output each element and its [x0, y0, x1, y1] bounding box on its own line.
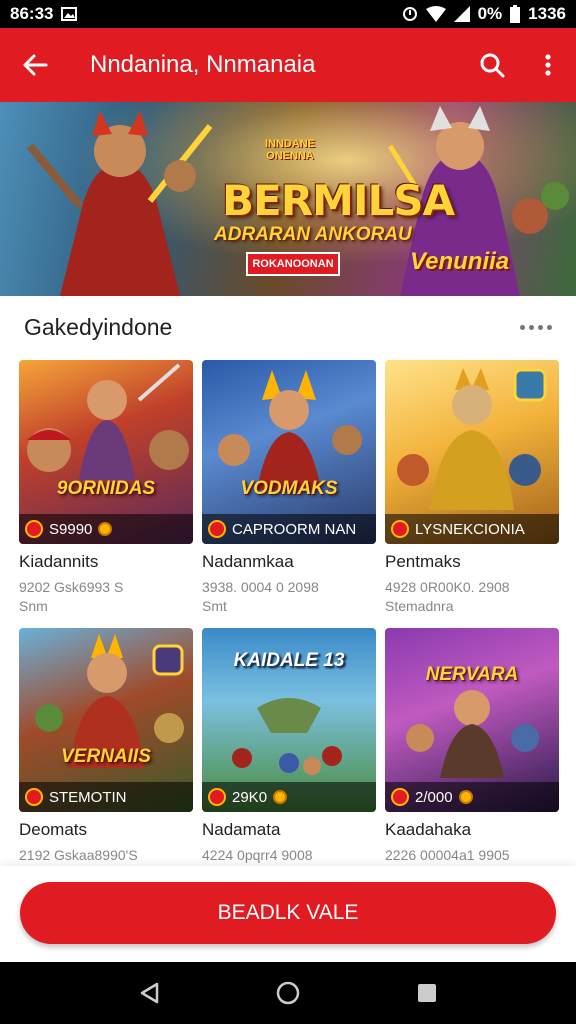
game-name: Nadanmkaa	[202, 552, 294, 571]
status-bar: 86:33 0% 1336	[0, 0, 576, 28]
game-meta-line1: 4928 0R00K0. 2908	[385, 579, 510, 595]
section-header: Gakedyindone	[0, 296, 576, 358]
game-meta-line2: Snm	[19, 598, 48, 614]
game-thumbnail-title: NERVARA	[425, 664, 519, 685]
game-card[interactable]: LYSNEKCIONIA Pentmaks 4928 0R00K0. 2908 …	[385, 360, 559, 616]
nav-recents-button[interactable]	[407, 973, 447, 1013]
game-meta-line1: 2226 00004a1 9905	[385, 847, 510, 863]
primary-action-button[interactable]: BEADLK VALE	[20, 882, 556, 944]
image-notification-icon	[61, 7, 78, 21]
price-label: 2/000	[415, 788, 453, 806]
coin-icon	[391, 788, 409, 806]
game-meta-line2: Smt	[202, 598, 227, 614]
more-horizontal-icon[interactable]	[520, 324, 552, 330]
banner-small-title: INNDANE ONENNA	[264, 138, 316, 163]
banner-brand-logo: Venuniia	[410, 248, 510, 275]
price-label: S9990	[49, 520, 93, 538]
nav-back-button[interactable]	[129, 973, 169, 1013]
page-title: Nndanina, Nnmanaia	[90, 51, 316, 78]
game-thumbnail-title: 9ORNIDAS	[56, 478, 156, 499]
coin-icon	[208, 520, 226, 538]
price-strip: CAPROORM NAN	[202, 514, 376, 544]
banner-subtitle: ADRARAN ANKORAU	[214, 224, 412, 245]
game-thumbnail-title: KAIDALE 13	[233, 650, 345, 671]
section-title: Gakedyindone	[24, 313, 173, 340]
square-recents-icon	[417, 984, 436, 1002]
game-name: Nadamata	[202, 820, 281, 839]
wifi-icon	[425, 6, 446, 22]
banner-title: BERMILSA	[222, 176, 455, 225]
price-label: CAPROORM NAN	[232, 520, 357, 538]
price-strip: LYSNEKCIONIA	[385, 514, 559, 544]
price-strip: 29K0	[202, 782, 376, 812]
system-nav-bar	[0, 962, 576, 1024]
game-card[interactable]: KAIDALE 13 29K0 Nadamata 4224 0pqrr4 900…	[202, 628, 376, 865]
price-strip: 2/000	[385, 782, 559, 812]
game-meta-line1: 3938. 0004 0 2098	[202, 579, 319, 595]
game-name: Pentmaks	[385, 552, 461, 571]
game-card[interactable]: VODMAKS CAPROORM NAN Nadanmkaa 3938. 000…	[202, 360, 376, 616]
coin-icon	[391, 520, 409, 538]
gem-icon	[458, 790, 473, 804]
game-card[interactable]: NERVARA 2/000 Kaadahaka 2226 00004a1 990…	[385, 628, 559, 865]
coin-icon	[25, 520, 43, 538]
game-thumbnail: VERNAIIS STEMOTIN	[19, 628, 193, 812]
signal-icon	[453, 6, 470, 22]
more-vertical-icon	[545, 54, 551, 76]
overflow-menu-button[interactable]	[520, 28, 576, 102]
coin-icon	[25, 788, 43, 806]
game-meta-line1: 9202 Gsk6993 S	[19, 579, 124, 595]
game-thumbnail: KAIDALE 13 29K0	[202, 628, 376, 812]
game-thumbnail-title: VODMAKS	[240, 478, 338, 499]
game-thumbnail: VODMAKS CAPROORM NAN	[202, 360, 376, 544]
bottom-action-area: BEADLK VALE	[0, 866, 576, 962]
game-name: Deomats	[19, 820, 88, 839]
circle-home-icon	[276, 981, 300, 1005]
triangle-back-icon	[141, 982, 159, 1004]
game-meta-line1: 2192 Gskaa8990'S	[19, 847, 138, 863]
search-icon	[480, 53, 505, 78]
game-meta-line2: Stemadnra	[385, 598, 454, 614]
gem-icon	[98, 522, 113, 536]
banner-hero-left-image	[26, 111, 213, 296]
coin-icon	[208, 788, 226, 806]
back-button[interactable]	[0, 28, 70, 102]
game-thumbnail-title: VERNAIIS	[61, 746, 151, 767]
game-name: Kaadahaka	[385, 820, 472, 839]
price-label: STEMOTIN	[49, 788, 127, 806]
app-bar: Nndanina, Nnmanaia	[0, 28, 576, 102]
nav-home-button[interactable]	[268, 973, 308, 1013]
game-thumbnail: 9ORNIDAS S9990	[19, 360, 193, 544]
game-thumbnail: NERVARA 2/000	[385, 628, 559, 812]
status-clock: 1336	[528, 4, 566, 23]
game-meta-line1: 4224 0pqrr4 9008	[202, 847, 313, 863]
game-name: Kiadannits	[19, 552, 99, 571]
gem-icon	[273, 790, 288, 804]
arrow-left-icon	[23, 54, 48, 76]
price-label: 29K0	[232, 788, 268, 806]
promo-banner[interactable]: INNDANE ONENNA BERMILSA ADRARAN ANKORAU …	[0, 102, 576, 296]
game-card[interactable]: VERNAIIS STEMOTIN Deomats 2192 Gskaa8990…	[19, 628, 193, 865]
game-thumbnail: LYSNEKCIONIA	[385, 360, 559, 544]
price-strip: STEMOTIN	[19, 782, 193, 812]
game-card[interactable]: 9ORNIDAS S9990 Kiadannits 9202 Gsk6993 S…	[19, 360, 193, 616]
search-button[interactable]	[464, 28, 520, 102]
price-strip: S9990	[19, 514, 193, 544]
alarm-icon	[402, 6, 418, 22]
price-label: LYSNEKCIONIA	[415, 520, 525, 538]
status-time: 86:33	[10, 4, 54, 23]
banner-cta-button[interactable]: ROKANOONAN	[246, 252, 340, 276]
battery-percent: 0%	[477, 4, 503, 23]
battery-icon	[510, 5, 521, 23]
